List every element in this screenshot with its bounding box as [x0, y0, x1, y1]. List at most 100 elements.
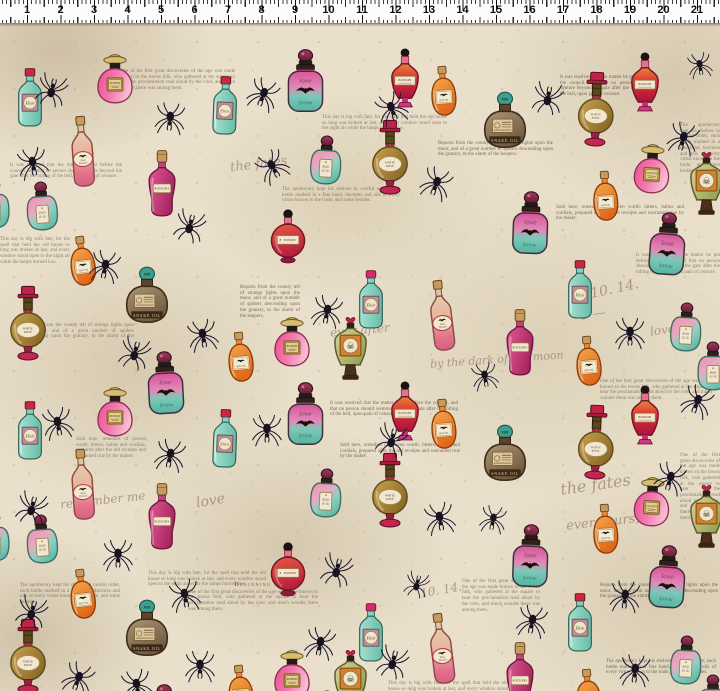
potion-bottle-t8 — [370, 119, 410, 196]
potion-bottle-t6 — [221, 330, 258, 385]
fabric-swatch-image: Elixir Elixir POTION — [0, 0, 720, 691]
ruler-number: 19 — [624, 4, 636, 16]
potion-bottle-t1 — [13, 400, 47, 462]
potion-bottle-t5 — [306, 467, 347, 520]
ruler-number: 10 — [322, 4, 334, 16]
potion-bottle-t5 — [21, 180, 63, 234]
potion-bottle-t4 — [143, 483, 181, 551]
spider-icon — [615, 318, 645, 351]
potion-bottle-t3 — [61, 447, 103, 523]
potion-bottle-t10 — [480, 424, 530, 487]
potion-bottle-t6 — [587, 502, 623, 556]
potion-bottle-t5 — [694, 674, 720, 691]
potion-bottle-t1 — [207, 407, 243, 470]
potion-bottle-t12 — [685, 148, 720, 221]
potion-bottle-t7 — [142, 350, 188, 417]
potion-bottle-t8 — [370, 452, 410, 529]
potion-bottle-t11 — [626, 51, 664, 115]
potion-bottle-t10 — [480, 91, 530, 154]
ruler-number: 21 — [691, 4, 703, 16]
potion-bottle-t4 — [143, 150, 181, 218]
spider-icon — [154, 102, 187, 137]
potion-bottle-t7 — [507, 523, 552, 590]
ruler-number: 4 — [124, 4, 130, 16]
potion-bottle-t6 — [62, 566, 101, 622]
potion-bottle-t5 — [0, 512, 13, 564]
potion-bottle-t3 — [418, 277, 464, 355]
ruler-number: 14 — [456, 4, 468, 16]
spider-icon — [252, 415, 282, 448]
potion-bottle-t7 — [284, 49, 327, 114]
potion-bottle-t11b — [270, 209, 306, 265]
ruler-number: 12 — [389, 4, 401, 16]
ruler-number: 9 — [292, 4, 298, 16]
spider-icon — [15, 146, 50, 184]
potion-bottle-t10 — [122, 599, 172, 662]
spider-icon — [478, 504, 509, 537]
ruler-number: 15 — [490, 4, 502, 16]
potion-bottle-t5 — [306, 134, 347, 187]
spider-icon — [416, 164, 455, 205]
spider-icon — [402, 568, 432, 600]
spider-icon — [422, 501, 457, 539]
potion-bottle-t3 — [418, 610, 464, 688]
potion-bottle-t1 — [563, 259, 597, 321]
potion-bottle-t8 — [575, 403, 618, 481]
spider-icon — [185, 318, 220, 356]
potion-bottle-t7 — [643, 211, 690, 279]
potion-bottle-t1 — [563, 592, 597, 654]
ruler-number: 17 — [557, 4, 569, 16]
ruler-number: 1 — [24, 4, 30, 16]
potion-bottle-t3 — [61, 114, 103, 190]
potion-bottle-t6 — [425, 64, 462, 119]
spider-icon — [686, 51, 714, 81]
potion-bottle-t6 — [569, 334, 606, 389]
potion-bottle-t4 — [501, 309, 539, 377]
potion-bottle-t2 — [94, 382, 136, 437]
ruler-number: 2 — [57, 4, 63, 16]
ruler: 12345678910111213141516171819202122 — [0, 0, 720, 24]
spider-icon — [514, 604, 549, 642]
potion-bottle-t5 — [0, 179, 13, 231]
spider-icon — [243, 75, 282, 116]
potion-bottle-t8 — [8, 285, 48, 362]
ruler-number: 13 — [423, 4, 435, 16]
motif-layer — [0, 23, 720, 691]
potion-bottle-t7 — [284, 382, 327, 447]
spider-icon — [152, 438, 187, 476]
potion-bottle-t7 — [507, 190, 552, 257]
ruler-number: 6 — [191, 4, 197, 16]
spider-icon — [58, 659, 97, 691]
spider-icon — [619, 654, 652, 689]
potion-bottle-t6 — [569, 667, 606, 691]
spider-icon — [252, 146, 294, 190]
ruler-number: 18 — [590, 4, 602, 16]
spider-icon — [87, 249, 122, 287]
potion-bottle-t8 — [575, 70, 618, 148]
spider-icon — [103, 540, 133, 573]
ruler-number: 8 — [258, 4, 264, 16]
potion-bottle-t12 — [329, 646, 372, 691]
potion-bottle-t11 — [626, 384, 664, 448]
ruler-number: 20 — [657, 4, 669, 16]
potion-bottle-t2 — [94, 49, 136, 104]
spider-icon — [530, 79, 565, 117]
ruler-number: 5 — [158, 4, 164, 16]
potion-bottle-t7 — [643, 544, 690, 612]
fabric-background: One of the first great discoveries of th… — [0, 23, 720, 691]
potion-bottle-t6 — [221, 663, 258, 691]
ruler-number: 3 — [91, 4, 97, 16]
ruler-number: 7 — [225, 4, 231, 16]
potion-bottle-t1 — [207, 74, 243, 137]
potion-bottle-t6 — [587, 169, 623, 223]
ruler-number: 11 — [356, 4, 368, 16]
potion-bottle-t10 — [122, 266, 172, 329]
potion-bottle-t11b — [270, 542, 306, 598]
potion-bottle-t12 — [685, 481, 720, 554]
ruler-numbers: 12345678910111213141516171819202122 — [0, 0, 720, 23]
spider-icon — [302, 626, 337, 664]
spider-icon — [470, 361, 501, 394]
spider-icon — [318, 550, 356, 590]
potion-bottle-t4 — [501, 642, 539, 691]
ruler-number: 16 — [523, 4, 535, 16]
